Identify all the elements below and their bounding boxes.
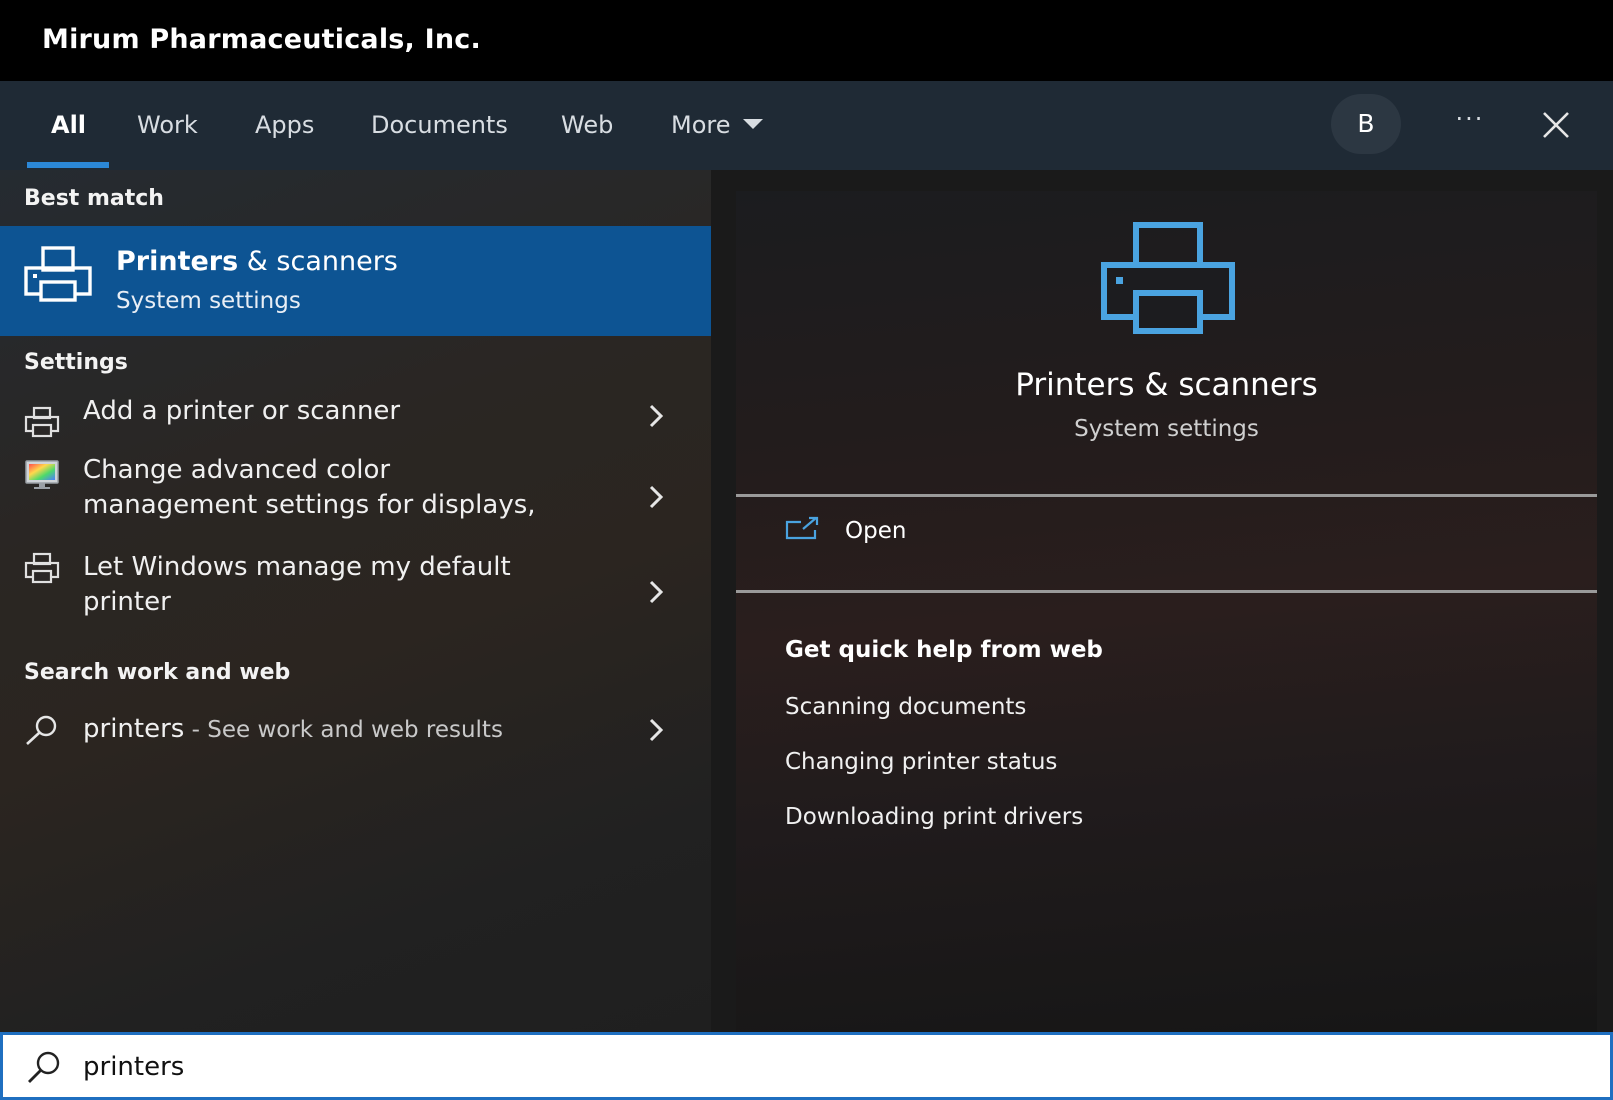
- printer-icon: [24, 552, 60, 584]
- printer-icon: [24, 406, 60, 438]
- open-icon: [785, 516, 819, 540]
- settings-item-add-printer[interactable]: Add a printer or scanner: [0, 392, 711, 450]
- best-match-subtitle: System settings: [116, 288, 301, 314]
- printer-icon: [1101, 222, 1235, 334]
- help-link-print-drivers[interactable]: Downloading print drivers: [785, 804, 1083, 830]
- settings-item-label-line2: management settings for displays,: [83, 490, 536, 520]
- printer-icon: [24, 246, 92, 302]
- chevron-down-icon: [742, 119, 763, 129]
- color-monitor-icon: [25, 460, 59, 489]
- search-web-label: printers - See work and web results: [83, 712, 503, 748]
- search-icon: [26, 715, 57, 745]
- tab-work[interactable]: Work: [137, 81, 198, 170]
- chevron-right-icon: [649, 404, 664, 428]
- close-icon: [1543, 112, 1569, 138]
- search-web-hint: - See work and web results: [184, 717, 503, 743]
- best-match-title-bold: Printers: [116, 246, 239, 277]
- tab-more-label: More: [671, 111, 731, 139]
- search-term: printers: [83, 714, 185, 744]
- tab-more[interactable]: More: [671, 81, 763, 170]
- org-title: Mirum Pharmaceuticals, Inc.: [42, 24, 481, 55]
- results-list: Best match Printers & scanners System se…: [0, 170, 711, 1032]
- open-action[interactable]: Open: [736, 496, 1597, 576]
- chevron-right-icon: [649, 485, 664, 509]
- settings-item-label-line1: Change advanced color: [83, 455, 391, 485]
- search-box: [0, 1032, 1613, 1100]
- best-match-item[interactable]: Printers & scanners System settings: [0, 226, 711, 336]
- chevron-right-icon: [649, 580, 664, 604]
- avatar[interactable]: B: [1331, 94, 1401, 154]
- settings-item-label-line1: Let Windows manage my default: [83, 552, 511, 582]
- tab-bar: All Work Apps Documents Web More B ···: [0, 81, 1613, 170]
- tab-apps[interactable]: Apps: [255, 81, 314, 170]
- help-header: Get quick help from web: [785, 637, 1103, 663]
- best-match-title: Printers & scanners: [116, 246, 398, 277]
- search-icon: [28, 1051, 60, 1083]
- settings-item-label-line2: printer: [83, 587, 171, 617]
- settings-item-label: Add a printer or scanner: [83, 396, 401, 426]
- help-link-printer-status[interactable]: Changing printer status: [785, 749, 1057, 775]
- chevron-right-icon: [649, 718, 664, 742]
- settings-item-default-printer[interactable]: Let Windows manage my default printer: [0, 550, 711, 636]
- search-input[interactable]: [83, 1045, 1483, 1089]
- divider: [736, 590, 1597, 593]
- search-window: Mirum Pharmaceuticals, Inc. All Work App…: [0, 0, 1613, 1100]
- preview-subtitle: System settings: [1074, 416, 1259, 442]
- search-web-item[interactable]: printers - See work and web results: [0, 700, 711, 762]
- open-label: Open: [845, 518, 907, 544]
- search-work-web-header: Search work and web: [24, 660, 291, 685]
- active-tab-indicator: [27, 162, 109, 168]
- tab-all[interactable]: All: [51, 81, 86, 170]
- preview-pane: Printers & scanners System settings Open…: [736, 191, 1597, 1032]
- preview-title: Printers & scanners: [1015, 367, 1318, 403]
- close-button[interactable]: [1534, 103, 1578, 147]
- settings-item-color-management[interactable]: Change advanced color management setting…: [0, 453, 711, 541]
- title-bar: Mirum Pharmaceuticals, Inc.: [0, 0, 1613, 81]
- settings-header: Settings: [24, 350, 128, 375]
- best-match-header: Best match: [24, 186, 164, 211]
- tab-web[interactable]: Web: [561, 81, 613, 170]
- more-options-button[interactable]: ···: [1446, 103, 1494, 143]
- best-match-title-rest: & scanners: [238, 246, 398, 277]
- tab-documents[interactable]: Documents: [371, 81, 508, 170]
- help-link-scanning[interactable]: Scanning documents: [785, 694, 1026, 720]
